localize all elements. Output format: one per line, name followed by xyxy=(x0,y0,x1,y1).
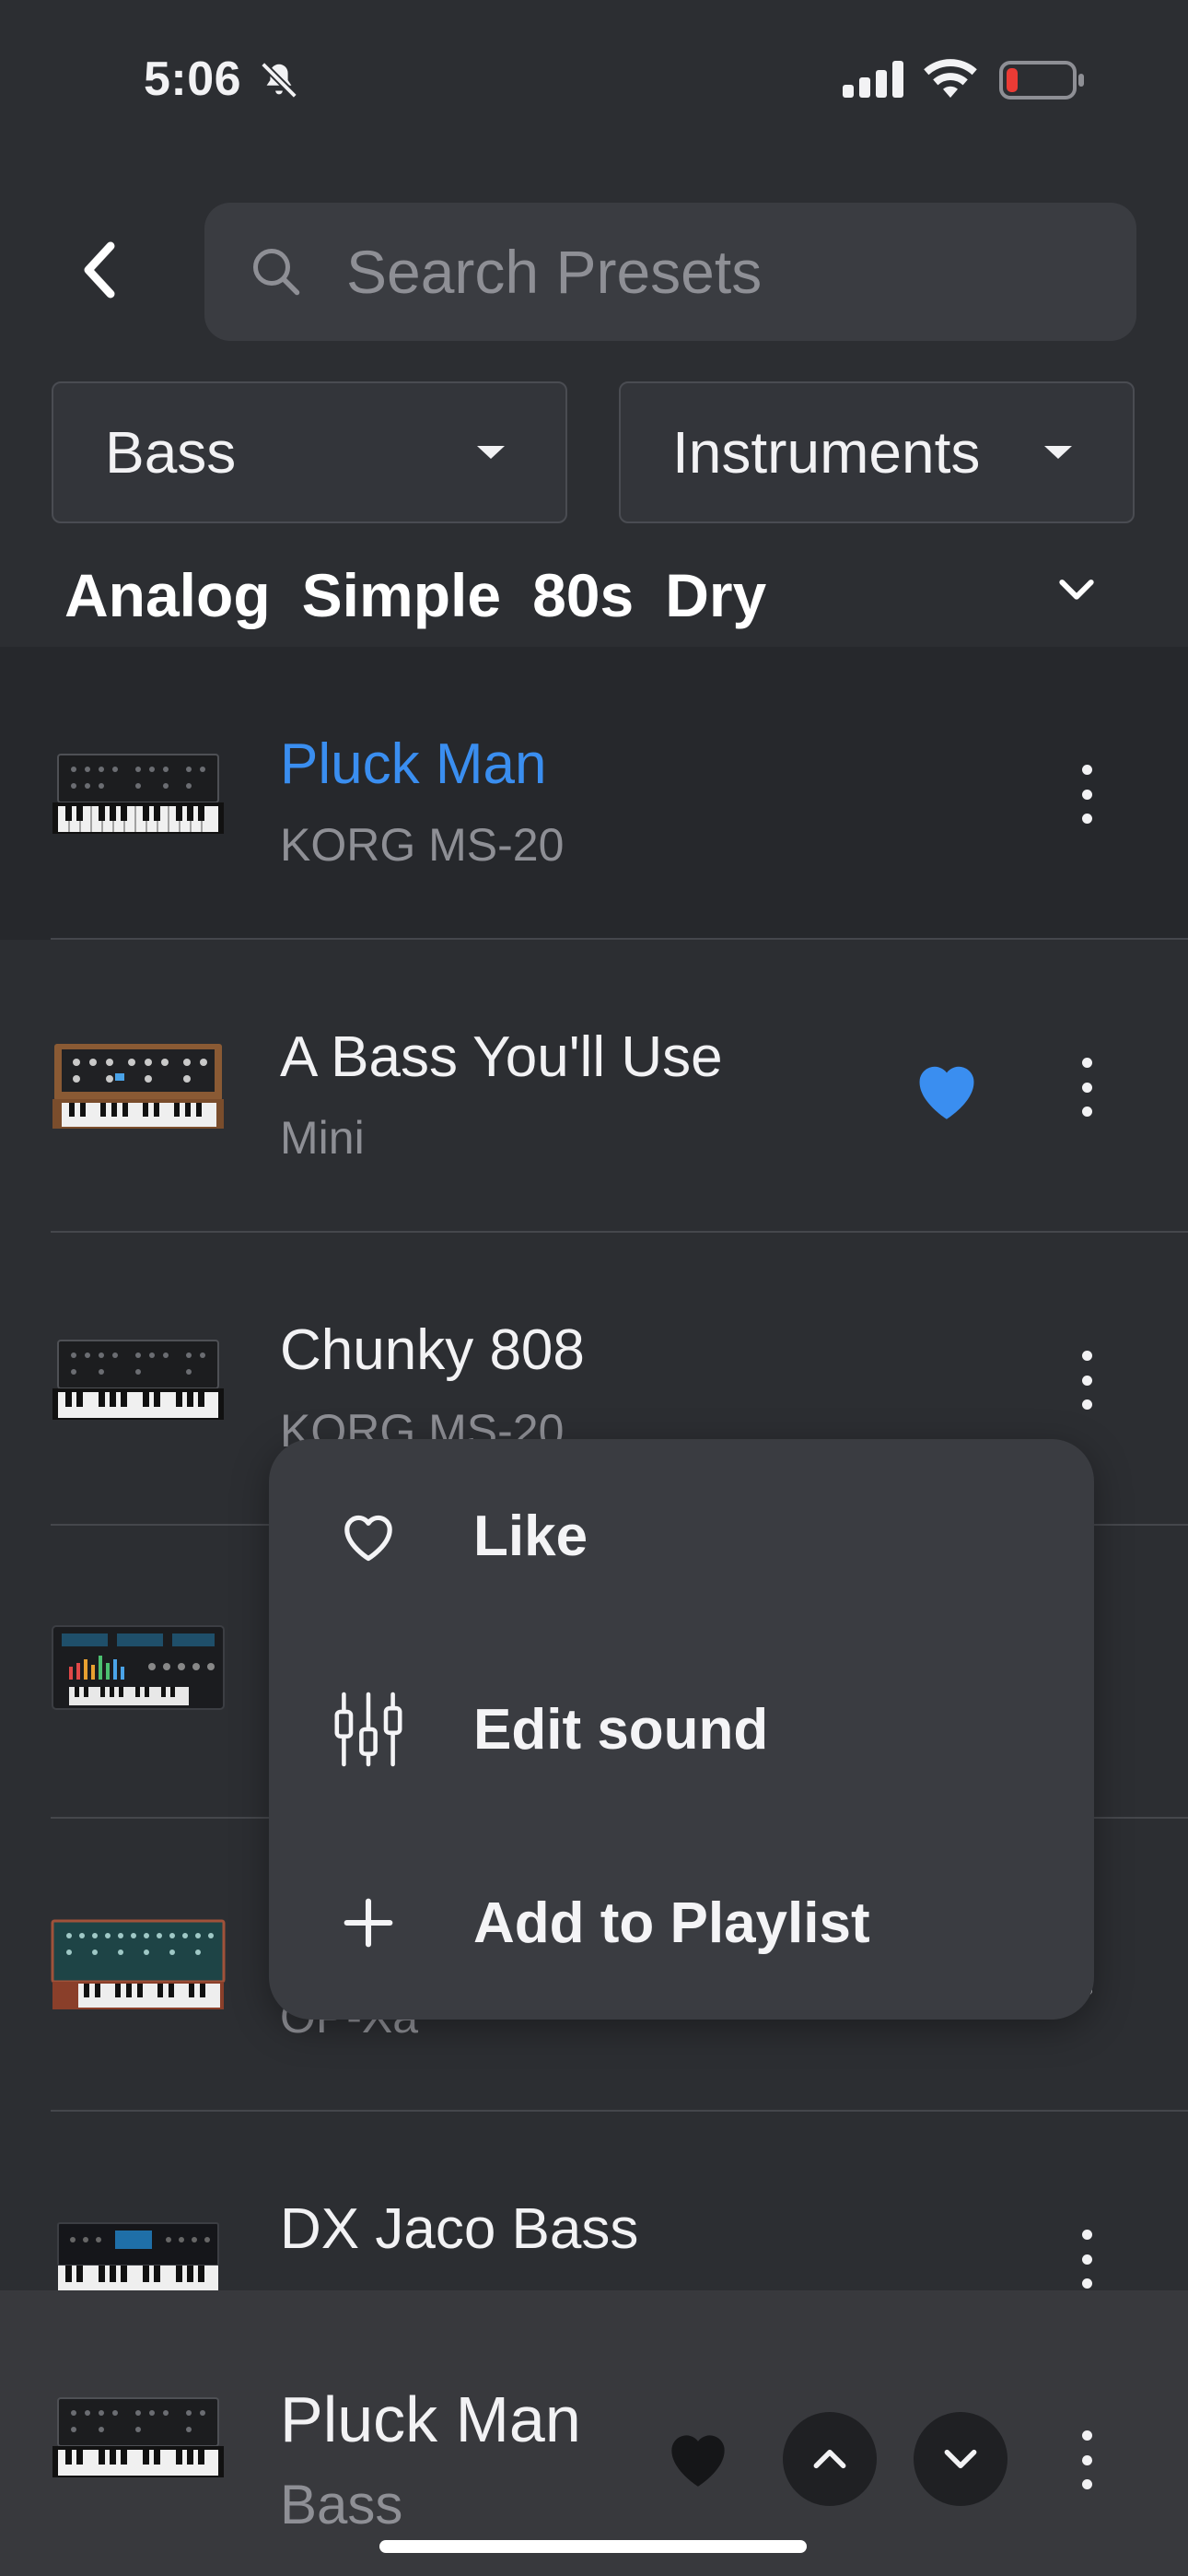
preset-instrument: Mini xyxy=(280,1112,365,1164)
search-placeholder: Search Presets xyxy=(346,238,763,306)
heart-icon[interactable] xyxy=(661,2425,735,2489)
synth-thumbnail-opxa xyxy=(51,1919,226,2009)
more-options-button[interactable] xyxy=(1068,1341,1105,1419)
tag-analog[interactable]: Analog xyxy=(64,560,271,630)
context-menu: Like Edit sound Add to Playlist xyxy=(269,1439,1094,2020)
preset-title: A Bass You'll Use xyxy=(280,1025,723,1089)
more-options-button[interactable] xyxy=(1068,755,1105,833)
synth-thumbnail-wavestate xyxy=(52,1625,225,1710)
tag-80s[interactable]: 80s xyxy=(532,560,634,630)
home-indicator[interactable] xyxy=(379,2540,807,2553)
mini-player[interactable]: Pluck Man Bass xyxy=(0,2290,1188,2576)
more-options-button[interactable] xyxy=(1068,1048,1105,1126)
status-time: 5:06 xyxy=(144,53,242,106)
menu-item-label: Add to Playlist xyxy=(473,1891,870,1955)
synth-thumbnail-ms20 xyxy=(52,754,224,834)
player-subtitle: Bass xyxy=(280,2474,403,2535)
menu-item-add-to-playlist[interactable]: Add to Playlist xyxy=(269,1826,1094,2020)
instruments-dropdown-label: Instruments xyxy=(672,419,981,486)
heart-outline-icon xyxy=(333,1497,403,1575)
synth-thumbnail-ms20 xyxy=(52,2397,224,2477)
tag-simple[interactable]: Simple xyxy=(302,560,501,630)
menu-item-label: Edit sound xyxy=(473,1697,769,1762)
heart-filled-icon[interactable] xyxy=(910,1056,984,1122)
previous-preset-button[interactable] xyxy=(783,2412,877,2506)
bell-off-icon xyxy=(261,62,297,99)
synth-thumbnail-mini xyxy=(52,1044,224,1129)
signal-icon xyxy=(843,61,903,98)
preset-row-pluck-man[interactable]: Pluck Man KORG MS-20 xyxy=(0,647,1188,940)
synth-thumbnail-ms20 xyxy=(52,1340,224,1420)
wifi-icon xyxy=(924,59,977,98)
chevron-up-icon xyxy=(813,2449,846,2469)
caret-down-icon xyxy=(477,446,505,459)
search-input[interactable]: Search Presets xyxy=(204,203,1136,341)
tag-dry[interactable]: Dry xyxy=(665,560,766,630)
preset-title: DX Jaco Bass xyxy=(280,2197,639,2261)
preset-title: Chunky 808 xyxy=(280,1318,585,1382)
synth-thumbnail-dx xyxy=(57,2222,219,2290)
instruments-dropdown[interactable]: Instruments xyxy=(619,381,1135,523)
menu-item-label: Like xyxy=(473,1504,588,1568)
category-dropdown[interactable]: Bass xyxy=(52,381,567,523)
preset-browser-screen: 5:06 Search Presets Bass Instruments Ana… xyxy=(0,0,1188,2576)
search-icon xyxy=(253,249,300,296)
tags-row: Analog Simple 80s Dry xyxy=(64,549,1133,641)
menu-item-like[interactable]: Like xyxy=(269,1439,1094,1633)
preset-row-a-bass-youll-use[interactable]: A Bass You'll Use Mini xyxy=(0,940,1188,1233)
menu-item-edit-sound[interactable]: Edit sound xyxy=(269,1633,1094,1826)
sliders-icon xyxy=(333,1691,403,1768)
more-options-button[interactable] xyxy=(1068,2220,1105,2290)
more-options-button[interactable] xyxy=(1068,2421,1105,2499)
next-preset-button[interactable] xyxy=(914,2412,1007,2506)
chevron-down-icon xyxy=(944,2449,977,2469)
chevron-left-icon xyxy=(84,241,115,299)
back-button[interactable] xyxy=(64,230,134,310)
category-dropdown-label: Bass xyxy=(105,419,237,486)
preset-title: Pluck Man xyxy=(280,732,547,796)
plus-icon xyxy=(333,1884,403,1961)
status-bar: 5:06 xyxy=(0,0,1188,161)
battery-low-icon xyxy=(999,61,1084,100)
player-title: Pluck Man xyxy=(280,2383,581,2455)
caret-down-icon xyxy=(1044,446,1072,459)
preset-instrument: KORG MS-20 xyxy=(280,819,565,871)
preset-row-dx-jaco-bass[interactable]: DX Jaco Bass xyxy=(0,2112,1188,2290)
chevron-down-icon[interactable] xyxy=(1052,566,1101,615)
